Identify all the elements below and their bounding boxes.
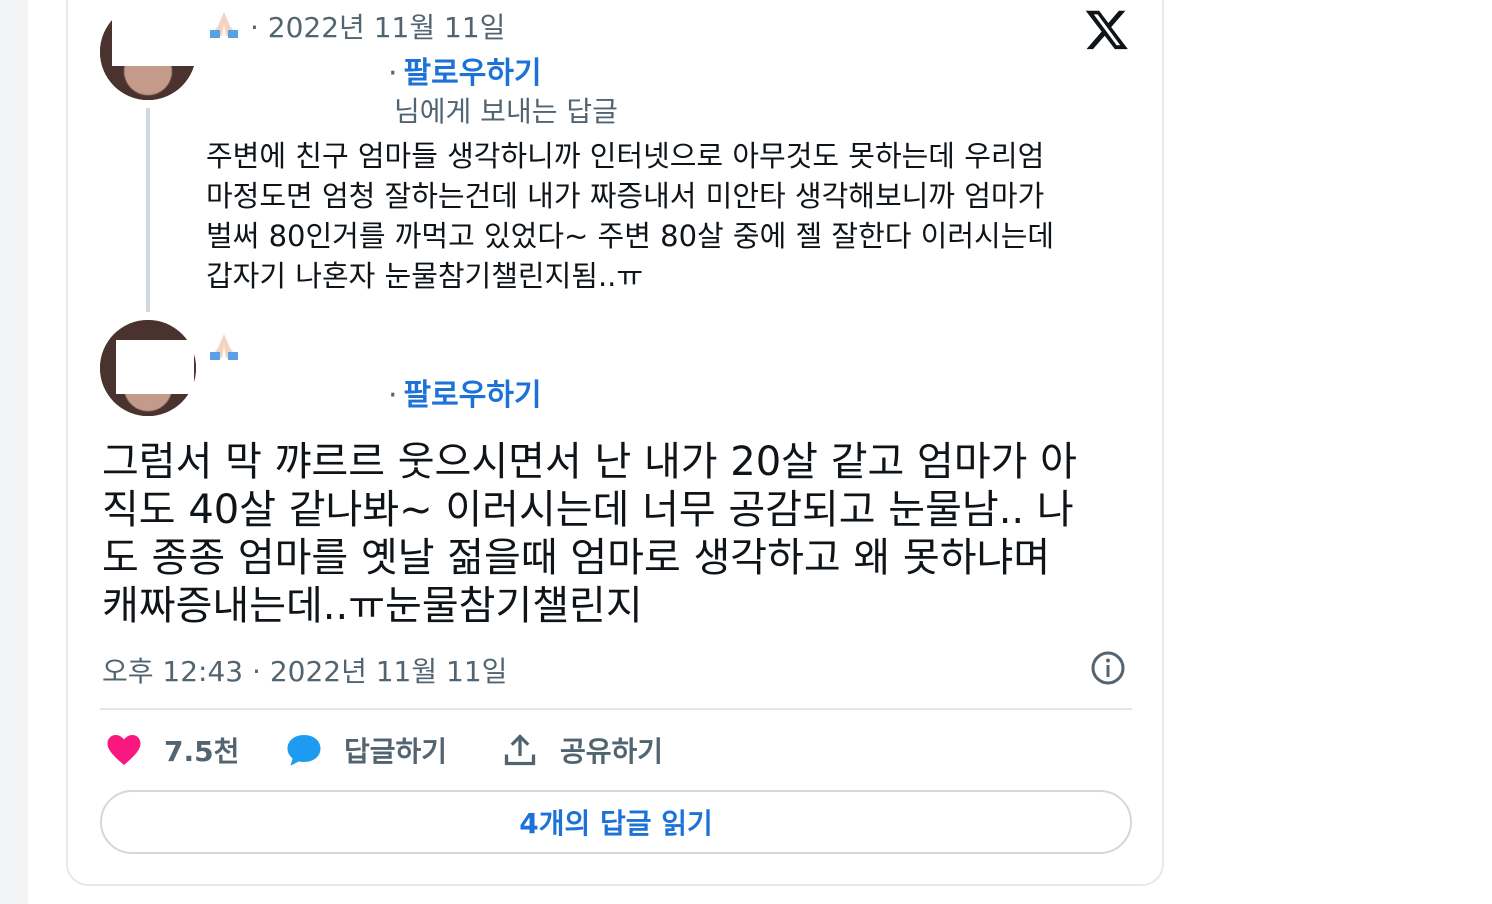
heart-icon xyxy=(107,735,141,765)
like-count: 7.5천 xyxy=(164,735,240,768)
reply-to-suffix: 님에게 보내는 답글 xyxy=(394,95,618,128)
reply-to-line: 님에게 보내는 답글 xyxy=(394,90,618,130)
separator-dot: · xyxy=(388,378,398,413)
reply-label: 답글하기 xyxy=(344,735,448,768)
main-tweet-timestamp[interactable]: 오후 12:43 · 2022년 11월 11일 xyxy=(102,650,507,690)
redacted-avatar-cover xyxy=(112,4,198,66)
reply-follow-link[interactable]: · 팔로우하기 xyxy=(388,48,542,92)
main-follow-label: 팔로우하기 xyxy=(403,378,542,413)
info-icon[interactable] xyxy=(1090,650,1126,686)
like-button[interactable]: 7.5천 xyxy=(106,730,239,770)
comment-bubble-icon xyxy=(287,735,321,766)
redacted-name-cover xyxy=(200,48,382,122)
redacted-avatar-cover xyxy=(116,340,194,394)
reply-tweet-date: · 2022년 11월 11일 xyxy=(250,11,506,44)
folded-hands-emoji xyxy=(210,12,238,38)
read-replies-label: 4개의 답글 읽기 xyxy=(519,807,713,840)
left-background-strip xyxy=(0,0,28,904)
share-label: 공유하기 xyxy=(560,735,664,768)
folded-hands-emoji xyxy=(210,334,238,360)
main-tweet-text: 그럼서 막 꺄르르 웃으시면서 난 내가 20살 같고 엄마가 아 직도 40살… xyxy=(102,439,1077,629)
reply-tweet-text: 주변에 친구 엄마들 생각하니까 인터넷으로 아무것도 못하는데 우리엄 마정도… xyxy=(206,139,1055,293)
share-upload-icon xyxy=(504,734,536,766)
reply-button[interactable]: 답글하기 xyxy=(286,730,447,770)
main-follow-link[interactable]: · 팔로우하기 xyxy=(388,370,542,414)
divider xyxy=(100,708,1132,710)
share-button[interactable]: 공유하기 xyxy=(502,730,663,770)
redacted-handle-cover xyxy=(200,366,384,404)
separator-dot: · xyxy=(388,56,398,91)
reply-follow-label: 팔로우하기 xyxy=(403,56,542,91)
x-logo-icon[interactable] xyxy=(1084,6,1130,52)
thread-connector-line xyxy=(146,108,150,312)
read-replies-button[interactable]: 4개의 답글 읽기 xyxy=(100,790,1132,854)
